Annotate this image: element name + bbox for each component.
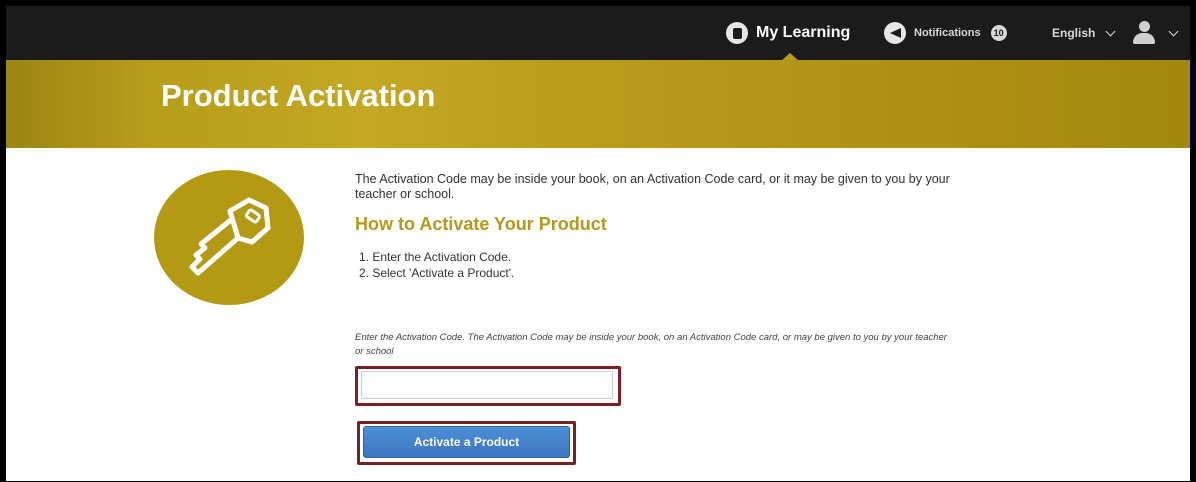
page-title: Product Activation — [161, 78, 436, 113]
step-1: 1. Enter the Activation Code. — [359, 250, 512, 264]
step-2: 2. Select 'Activate a Product'. — [359, 266, 515, 280]
nav-my-learning-label: My Learning — [756, 24, 851, 41]
book-icon — [726, 22, 748, 44]
activation-instructions: The Activation Code may be inside your b… — [355, 172, 955, 281]
user-menu[interactable] — [1130, 6, 1179, 60]
top-navigation-bar: My Learning Notifications 10 English — [6, 6, 1190, 60]
activate-product-button[interactable]: Activate a Product — [363, 426, 570, 458]
key-icon — [189, 197, 271, 276]
key-icon-badge — [154, 170, 304, 305]
chevron-down-icon — [1168, 26, 1179, 36]
nav-my-learning[interactable]: My Learning — [726, 6, 850, 60]
activation-code-field-label: Enter the Activation Code. The Activatio… — [355, 332, 947, 357]
activation-code-input[interactable] — [361, 371, 613, 399]
nav-notifications[interactable]: Notifications 10 — [884, 6, 1007, 60]
megaphone-icon — [884, 22, 906, 44]
page-header-banner: Product Activation — [6, 60, 1190, 148]
chevron-down-icon — [1105, 26, 1116, 36]
active-nav-indicator — [782, 53, 798, 60]
notifications-count-badge: 10 — [990, 25, 1007, 41]
user-avatar-icon — [1130, 20, 1158, 46]
how-to-heading: How to Activate Your Product — [355, 214, 607, 234]
intro-text: The Activation Code may be inside your b… — [355, 172, 950, 201]
steps-list: 1. Enter the Activation Code. 2. Select … — [355, 249, 955, 281]
language-label: English — [1052, 26, 1096, 40]
app-window: My Learning Notifications 10 English Pro… — [0, 0, 1196, 482]
nav-notifications-label: Notifications — [914, 27, 981, 39]
language-selector[interactable]: English — [1052, 6, 1116, 60]
